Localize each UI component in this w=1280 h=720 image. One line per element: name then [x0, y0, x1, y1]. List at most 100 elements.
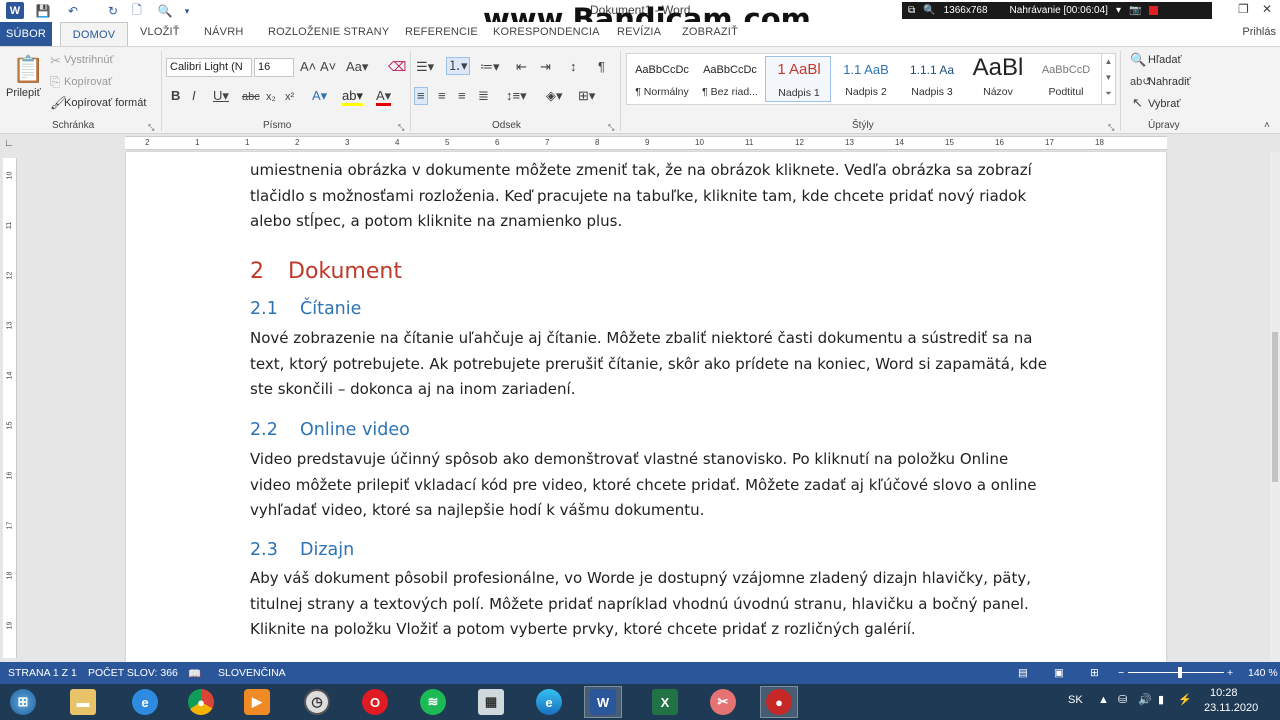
- change-case-icon[interactable]: Aa▾: [346, 60, 368, 74]
- save-icon[interactable]: 💾: [34, 2, 52, 20]
- cut-button[interactable]: Vystrihnúť: [64, 54, 114, 66]
- bold-icon[interactable]: B: [171, 89, 180, 103]
- tab-view[interactable]: ZOBRAZIŤ: [682, 26, 738, 38]
- word-count[interactable]: POČET SLOV: 366: [88, 667, 178, 679]
- snipping-tool-app[interactable]: ✂: [704, 686, 742, 718]
- clock-app[interactable]: ◷: [298, 686, 336, 718]
- tab-mailings[interactable]: KORESPONDENCIA: [493, 26, 600, 38]
- print-preview-icon[interactable]: 🔍: [156, 2, 174, 20]
- borders-icon[interactable]: ⊞▾: [578, 89, 595, 103]
- sign-in-link[interactable]: Prihlás: [1242, 26, 1276, 38]
- close-icon[interactable]: ✕: [1262, 2, 1272, 16]
- decrease-indent-icon[interactable]: ⇤: [516, 60, 527, 74]
- tab-layout[interactable]: ROZLOŽENIE STRANY: [268, 26, 389, 38]
- clear-formatting-icon[interactable]: ⌫: [388, 60, 406, 74]
- align-center-icon[interactable]: ≡: [438, 89, 446, 103]
- network-icon[interactable]: ▮: [1158, 693, 1164, 706]
- read-mode-icon[interactable]: ▤: [1018, 667, 1028, 679]
- paste-button[interactable]: Prilepiť: [6, 87, 41, 99]
- print-layout-icon[interactable]: ▣: [1054, 667, 1064, 679]
- media-player-app[interactable]: ▶: [238, 686, 276, 718]
- text-effects-icon[interactable]: A▾: [312, 89, 327, 103]
- increase-indent-icon[interactable]: ⇥: [540, 60, 551, 74]
- replace-button[interactable]: Nahradiť: [1148, 76, 1191, 88]
- start-button[interactable]: ⊞: [4, 686, 42, 718]
- format-painter-button[interactable]: Kopírovať formát: [64, 97, 146, 109]
- word-app[interactable]: W: [584, 686, 622, 718]
- underline-icon[interactable]: U▾: [213, 89, 229, 103]
- tab-selector-icon[interactable]: ∟: [4, 138, 14, 149]
- excel-app[interactable]: X: [646, 686, 684, 718]
- device-icon[interactable]: ⛁: [1118, 693, 1127, 706]
- shading-icon[interactable]: ◈▾: [546, 89, 563, 103]
- zoom-slider-thumb[interactable]: [1178, 667, 1182, 678]
- styles-launcher-icon[interactable]: ⤡: [1108, 121, 1114, 135]
- style-heading-1[interactable]: 1 AaBl Nadpis 1: [765, 56, 831, 102]
- align-right-icon[interactable]: ≡: [458, 89, 466, 103]
- show-formatting-icon[interactable]: ¶: [598, 60, 605, 74]
- internet-explorer-app[interactable]: e: [126, 686, 164, 718]
- show-hidden-icons-icon[interactable]: ▲: [1098, 694, 1109, 706]
- grow-font-icon[interactable]: A˄: [300, 60, 316, 74]
- spotify-app[interactable]: ≋: [414, 686, 452, 718]
- volume-icon[interactable]: 🔊: [1138, 693, 1152, 706]
- undo-icon[interactable]: ↶: [64, 2, 82, 20]
- power-icon[interactable]: ⚡: [1178, 693, 1192, 706]
- clipboard-launcher-icon[interactable]: ⤡: [148, 121, 154, 135]
- font-launcher-icon[interactable]: ⤡: [398, 121, 404, 135]
- style-no-spacing[interactable]: AaBbCcDc ¶ Bez riad...: [697, 56, 763, 102]
- find-button[interactable]: Hľadať: [1148, 54, 1182, 66]
- style-heading-3[interactable]: 1.1.1 Aa Nadpis 3: [899, 56, 965, 102]
- language-indicator[interactable]: SK: [1068, 694, 1083, 706]
- edge-app[interactable]: e: [530, 686, 568, 718]
- proofing-icon[interactable]: 📖: [188, 667, 201, 680]
- subscript-icon[interactable]: x₂: [266, 90, 276, 104]
- dropdown-icon[interactable]: ▾: [1116, 5, 1121, 16]
- redo-icon[interactable]: ↻: [104, 2, 122, 20]
- tab-home[interactable]: DOMOV: [60, 22, 128, 46]
- chrome-app[interactable]: ●: [182, 686, 220, 718]
- styles-scroll-icon[interactable]: ▲ ▼ ⏷: [1101, 54, 1115, 104]
- opera-app[interactable]: O: [356, 686, 394, 718]
- zoom-out-icon[interactable]: −: [1118, 667, 1124, 679]
- new-document-icon[interactable]: 🗋: [128, 2, 146, 20]
- style-title[interactable]: AaBl Názov: [965, 54, 1031, 102]
- style-heading-2[interactable]: 1.1 AaB Nadpis 2: [833, 56, 899, 102]
- zoom-in-icon[interactable]: +: [1227, 667, 1233, 679]
- sort-icon[interactable]: ↕: [570, 60, 577, 74]
- language-indicator[interactable]: SLOVENČINA: [218, 667, 286, 679]
- style-normal[interactable]: AaBbCcDc ¶ Normálny: [629, 56, 695, 102]
- tab-insert[interactable]: VLOŽIŤ: [140, 26, 180, 38]
- shrink-font-icon[interactable]: A˅: [320, 60, 336, 74]
- zoom-slider[interactable]: [1128, 672, 1224, 673]
- bullets-icon[interactable]: ☰▾: [416, 60, 434, 74]
- customize-qat-icon[interactable]: ▾: [178, 2, 196, 20]
- multilevel-list-icon[interactable]: ≔▾: [480, 60, 500, 74]
- copy-button[interactable]: Kopírovať: [64, 76, 112, 88]
- restore-icon[interactable]: ❐: [1238, 2, 1249, 16]
- clock-time[interactable]: 10:28: [1210, 687, 1238, 699]
- font-size-dropdown[interactable]: 16: [254, 58, 294, 77]
- record-stop-icon[interactable]: [1149, 6, 1159, 15]
- align-left-icon[interactable]: ≡: [414, 87, 428, 105]
- superscript-icon[interactable]: x²: [285, 90, 294, 104]
- bandicam-app[interactable]: ●: [760, 686, 798, 718]
- scrollbar-thumb[interactable]: [1272, 332, 1278, 482]
- numbering-icon[interactable]: ⒈▾: [446, 57, 470, 75]
- font-name-dropdown[interactable]: Calibri Light (N: [166, 58, 252, 77]
- strikethrough-icon[interactable]: abc: [242, 90, 260, 104]
- select-button[interactable]: Vybrať: [1148, 98, 1180, 110]
- tab-design[interactable]: NÁVRH: [204, 26, 244, 38]
- line-spacing-icon[interactable]: ↕≡▾: [506, 89, 527, 103]
- camera-icon[interactable]: 📷: [1129, 5, 1141, 16]
- tab-review[interactable]: REVÍZIA: [617, 26, 661, 38]
- paste-icon[interactable]: 📋: [12, 55, 44, 83]
- font-color-icon[interactable]: A▾: [376, 89, 392, 106]
- style-subtitle[interactable]: AaBbCcD Podtitul: [1033, 56, 1099, 102]
- tab-references[interactable]: REFERENCIE: [405, 26, 478, 38]
- web-layout-icon[interactable]: ⊞: [1090, 667, 1099, 679]
- vertical-scrollbar[interactable]: [1270, 152, 1280, 662]
- calculator-app[interactable]: ▦: [472, 686, 510, 718]
- horizontal-ruler[interactable]: 2 1 1 2 3 4 5 6 7 8 9 10 11 12 13 14 15 16 17 18: [125, 136, 1167, 150]
- italic-icon[interactable]: I: [192, 89, 196, 103]
